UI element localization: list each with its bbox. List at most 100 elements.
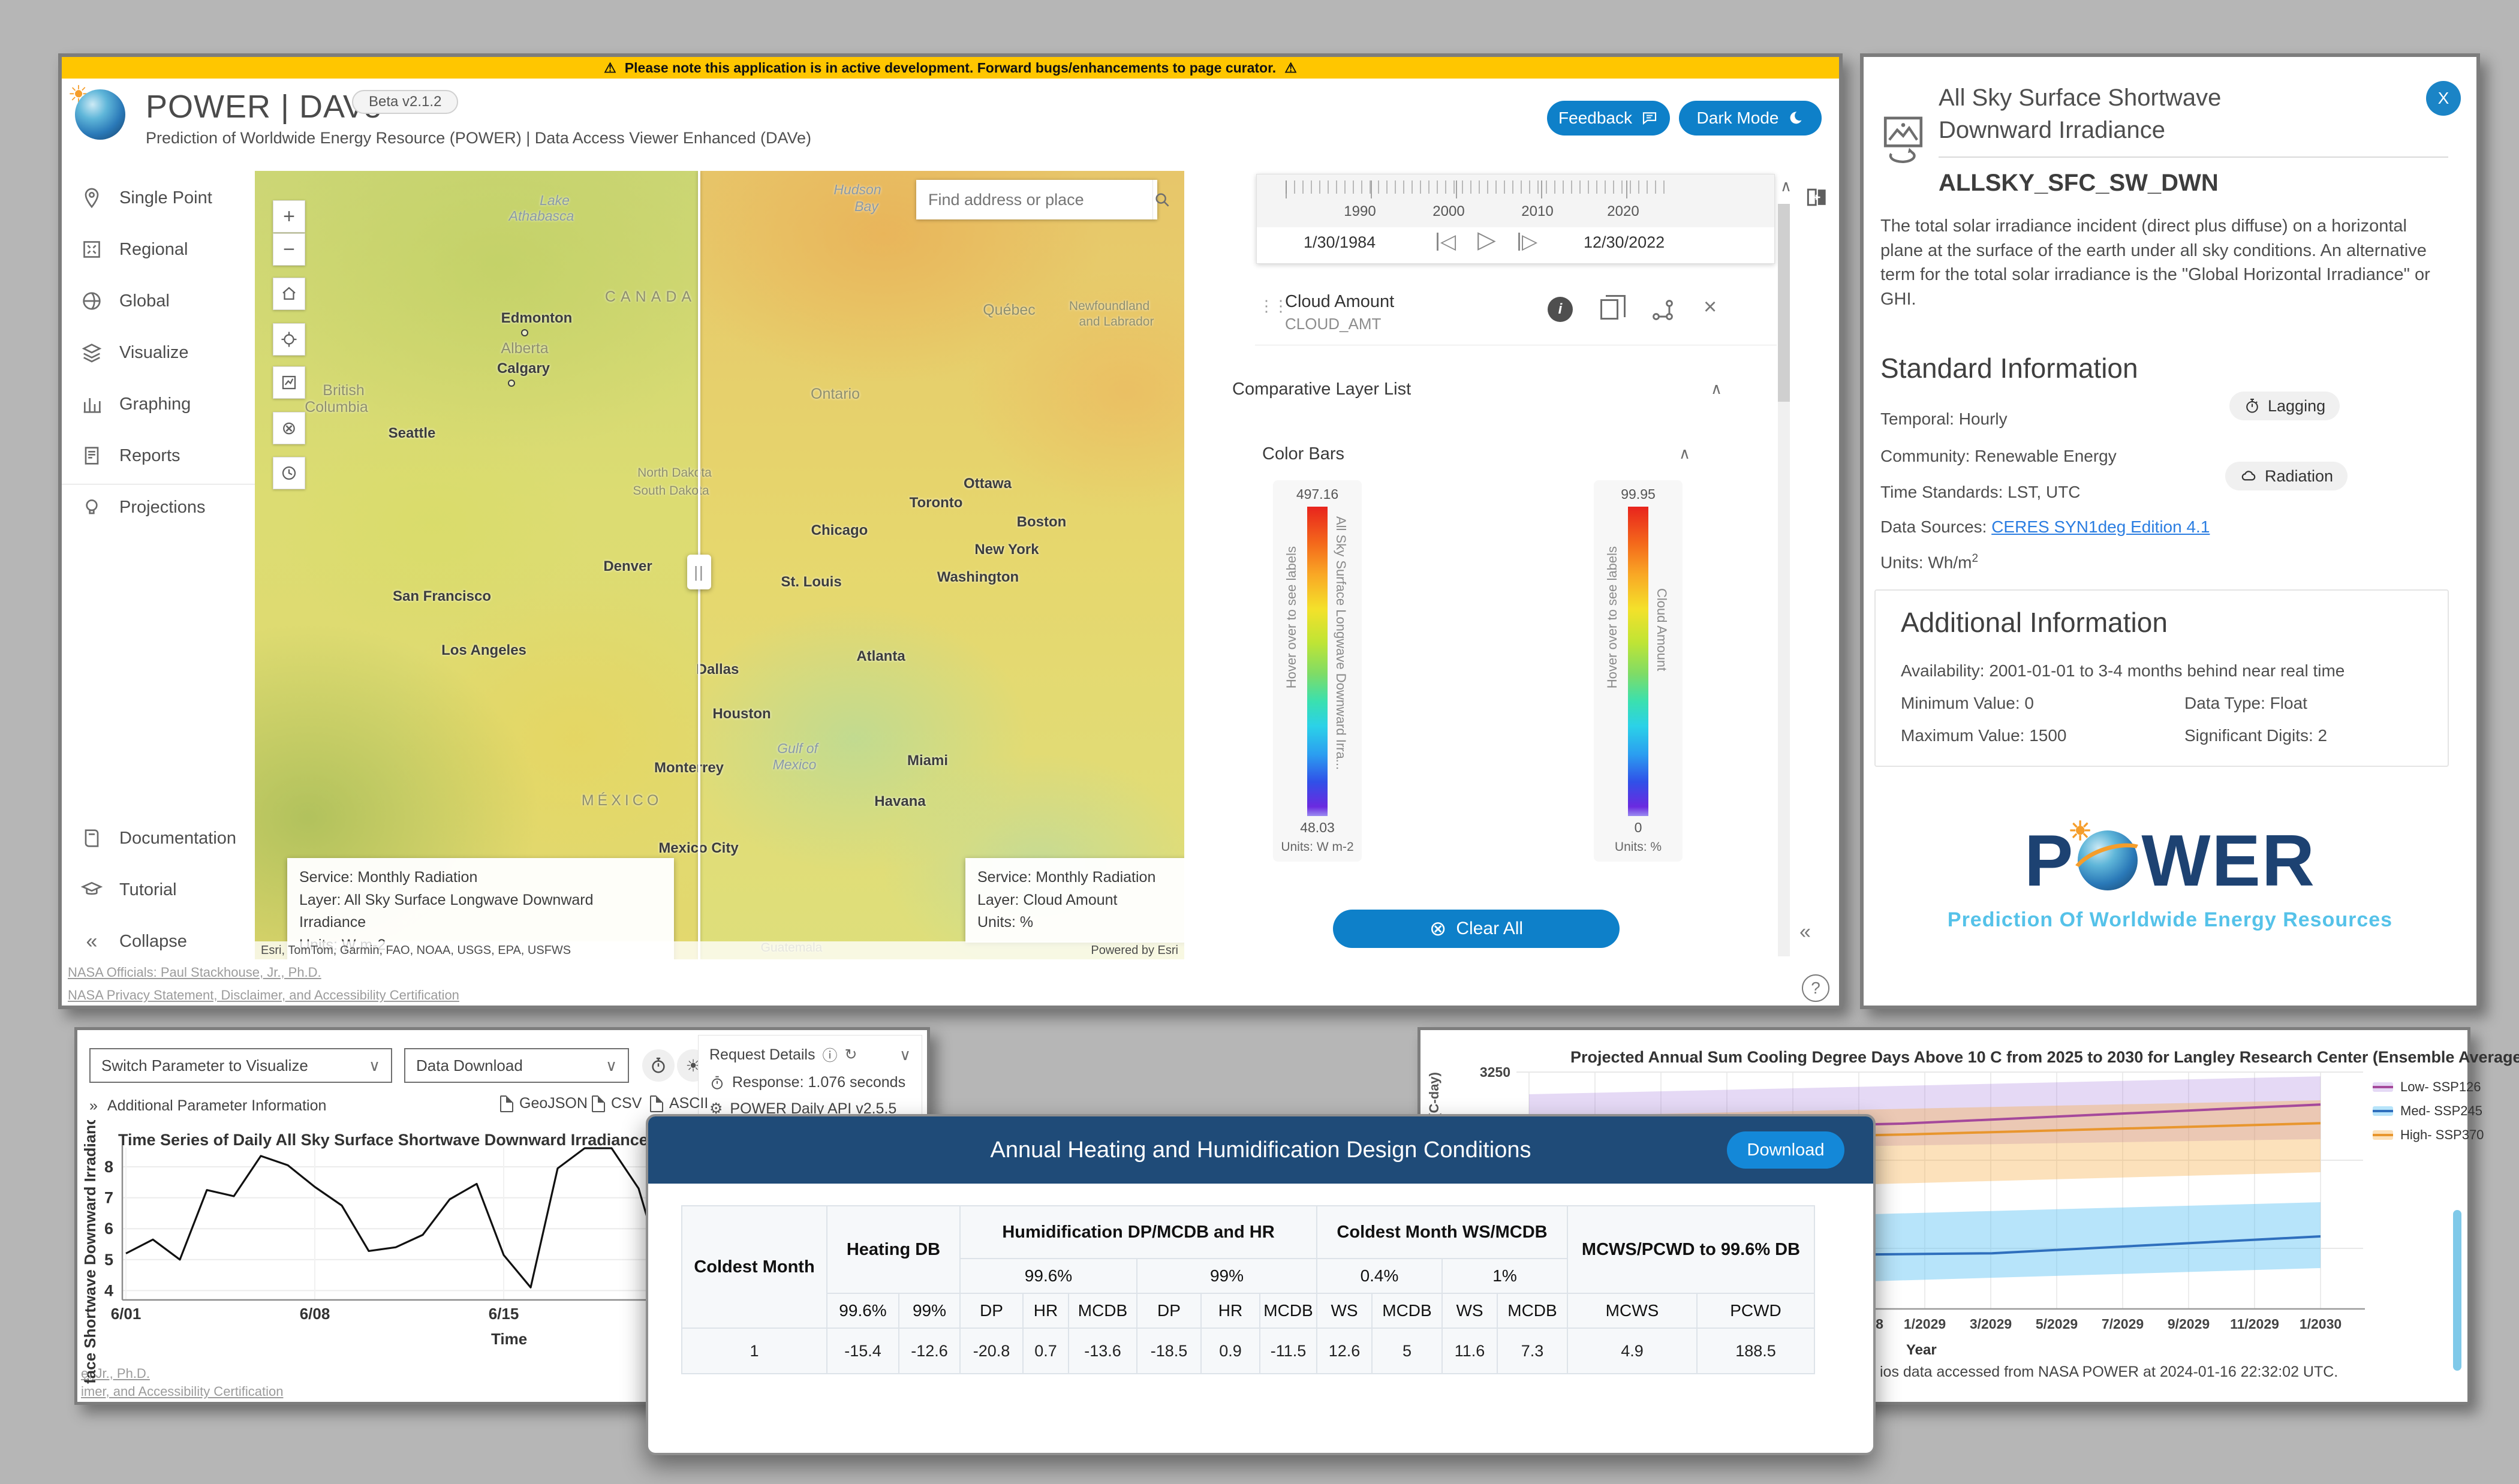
beta-badge: Beta v2.1.2: [352, 90, 458, 114]
radiation-label: Radiation: [2265, 467, 2333, 486]
zoom-in-button[interactable]: +: [273, 200, 305, 233]
regional-icon: [80, 237, 104, 261]
play-button[interactable]: ▷: [1477, 226, 1496, 254]
clear-selection-button[interactable]: ⊗: [273, 412, 305, 444]
dark-mode-button[interactable]: Dark Mode: [1679, 101, 1822, 136]
layer-duplicate-button[interactable]: [1600, 299, 1618, 320]
standard-info-heading: Standard Information: [1880, 352, 2138, 384]
data-download-select[interactable]: Data Download ∨: [404, 1048, 629, 1083]
map-label: CANADA: [605, 288, 696, 306]
timeline-start-date: 1/30/1984: [1304, 233, 1376, 252]
timeline-year: 1990: [1344, 203, 1376, 220]
colorbars-collapse-icon[interactable]: ∧: [1679, 444, 1690, 463]
svg-text:6: 6: [104, 1220, 113, 1238]
search-input[interactable]: [916, 191, 1152, 209]
officials-link-fragment[interactable]: e, Jr., Ph.D.: [81, 1366, 150, 1381]
locate-button[interactable]: [273, 323, 305, 356]
sidebar-item-graphing[interactable]: Graphing: [62, 383, 255, 425]
logo-letters-wer: WER: [2141, 818, 2316, 902]
collapse-rail-icon[interactable]: «: [1799, 920, 1811, 944]
layer-structure-button[interactable]: [1650, 297, 1676, 326]
map-layer-cloud: [699, 171, 1184, 959]
download-button[interactable]: Download: [1727, 1131, 1844, 1169]
ascii-button[interactable]: ASCII: [650, 1095, 708, 1112]
layer-info-button[interactable]: i: [1548, 297, 1573, 322]
comparative-collapse-icon[interactable]: ∧: [1711, 380, 1722, 398]
svg-text:9/2029: 9/2029: [2168, 1316, 2210, 1332]
map-label: Bay: [854, 198, 878, 215]
map-canvas[interactable]: HudsonBayLakeAthabascaAlbertaBritishColu…: [255, 171, 1184, 959]
sidebar-item-regional[interactable]: Regional: [62, 228, 255, 270]
refresh-icon[interactable]: ↻: [845, 1046, 857, 1064]
layer-remove-button[interactable]: ×: [1704, 294, 1717, 320]
sidebar-item-reports[interactable]: Reports: [62, 435, 255, 477]
legend-label: Med- SSP245: [2400, 1103, 2482, 1119]
sidebar-item-single-point[interactable]: Single Point: [62, 177, 255, 219]
zoom-out-button[interactable]: −: [273, 233, 305, 266]
table-header-cell: 99%: [899, 1293, 960, 1328]
help-button[interactable]: ?: [1802, 974, 1829, 1002]
table-header-cell: DP: [960, 1293, 1023, 1328]
nasa-privacy-link[interactable]: NASA Privacy Statement, Disclaimer, and …: [68, 988, 459, 1003]
feedback-button[interactable]: Feedback: [1547, 101, 1670, 136]
panel-expand-button[interactable]: [1804, 184, 1830, 213]
sidebar-item-tutorial[interactable]: Tutorial: [62, 869, 255, 911]
data-source-link[interactable]: CERES SYN1deg Edition 4.1: [1991, 517, 2210, 536]
home-button[interactable]: [273, 278, 305, 310]
layer-drag-handle[interactable]: ⋮⋮: [1259, 297, 1287, 315]
sidebar-item-visualize[interactable]: Visualize: [62, 332, 255, 374]
sidebar-item-global[interactable]: Global: [62, 280, 255, 322]
response-time: Response: 1.076 seconds: [732, 1074, 905, 1091]
geojson-button[interactable]: GeoJSON: [500, 1095, 588, 1112]
nasa-officials-link[interactable]: NASA Officials: Paul Stackhouse, Jr., Ph…: [68, 965, 321, 980]
request-details-card: Request Details ⓘ ↻ ∨ Response: 1.076 se…: [698, 1035, 922, 1126]
colorbar-gradient[interactable]: [1628, 507, 1648, 816]
colorbar-min: 48.03: [1273, 820, 1362, 836]
close-panel-button[interactable]: X: [2426, 81, 2461, 116]
colorbar-hover-hint: Hover over to see labels: [1605, 546, 1620, 688]
scrollbar-thumb[interactable]: [1778, 204, 1790, 402]
additional-parameter-toggle[interactable]: » Additional Parameter Information: [89, 1097, 326, 1115]
dev-banner: ⚠ Please note this application is in act…: [62, 57, 1839, 79]
city-marker: [521, 329, 528, 336]
sidebar-item-projections[interactable]: Projections: [62, 486, 255, 528]
colorbar-gradient[interactable]: [1307, 507, 1328, 816]
panel-scrollbar[interactable]: [1778, 204, 1790, 956]
sidebar-item-documentation[interactable]: Documentation: [62, 817, 255, 859]
info-circle-icon[interactable]: ⓘ: [822, 1044, 837, 1065]
colorbar-longwave: 497.16 Hover over to see labels All Sky …: [1273, 480, 1362, 862]
parameter-select[interactable]: Switch Parameter to Visualize ∨: [89, 1048, 392, 1083]
step-forward-button[interactable]: ▷: [1518, 230, 1537, 254]
scroll-up-icon[interactable]: ∧: [1780, 177, 1792, 195]
csv-button[interactable]: CSV: [592, 1095, 642, 1112]
sketch-button[interactable]: [273, 366, 305, 399]
map-label: Atlanta: [856, 648, 905, 665]
colorbar-cloud: 99.95 Hover over to see labels Cloud Amo…: [1594, 480, 1683, 862]
privacy-link-fragment[interactable]: imer, and Accessibility Certification: [81, 1384, 283, 1399]
swipe-handle[interactable]: ||: [687, 555, 711, 589]
svg-text:6/01: 6/01: [111, 1305, 142, 1323]
cdd-scrollbar[interactable]: [2453, 1210, 2461, 1371]
time-button[interactable]: [642, 1049, 675, 1082]
map-label: Monterrey: [654, 760, 724, 776]
colorbar-max: 497.16: [1273, 486, 1362, 502]
service-line: Service: Monthly Radiation: [977, 866, 1184, 889]
clear-all-button[interactable]: ⊗ Clear All: [1333, 910, 1620, 948]
map-label: North Dakota: [637, 466, 712, 480]
sidebar-label: Documentation: [119, 829, 236, 848]
banner-text: Please note this application is in activ…: [625, 60, 1276, 76]
timeline-end-date: 12/30/2022: [1584, 233, 1665, 252]
time-history-button[interactable]: [273, 457, 305, 489]
map-label: Calgary: [497, 360, 550, 377]
cdd-footer-note: ios data accessed from NASA POWER at 202…: [1880, 1363, 2338, 1381]
chevron-down-icon[interactable]: ∨: [899, 1046, 911, 1064]
sidebar-item-collapse[interactable]: « Collapse: [62, 920, 255, 962]
table-data-cell: 0.7: [1023, 1328, 1069, 1374]
table-data-cell: 5: [1372, 1328, 1442, 1374]
power-logo-large: P ☀ WER Prediction Of Worldwide Energy R…: [1864, 818, 2476, 932]
additional-info-box: Additional Information Availability: 200…: [1874, 589, 2449, 767]
map-label: St. Louis: [781, 574, 841, 591]
step-back-button[interactable]: ◁: [1437, 230, 1456, 254]
search-button[interactable]: [1152, 180, 1171, 219]
parameter-code: ALLSKY_SFC_SW_DWN: [1939, 170, 2219, 197]
